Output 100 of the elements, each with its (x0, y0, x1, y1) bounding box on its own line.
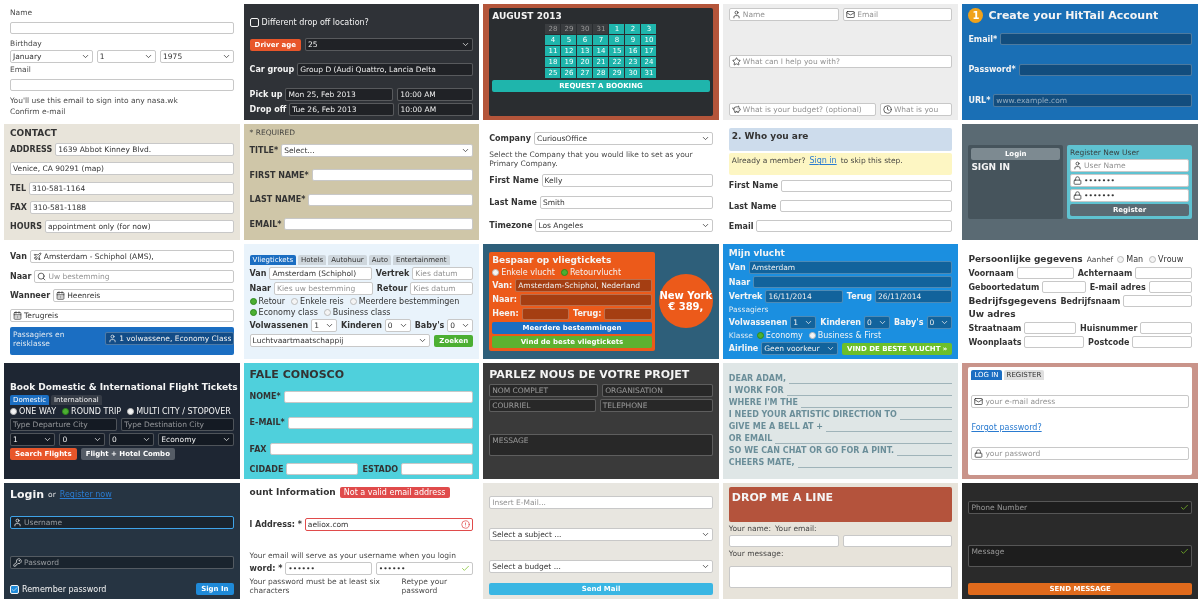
input-field[interactable] (1024, 336, 1085, 349)
radio-label: Vrouw (1158, 255, 1184, 265)
input-field[interactable] (1148, 281, 1192, 294)
field-label: Email* (968, 34, 998, 44)
field-label: FAX (10, 203, 27, 213)
input-field[interactable] (728, 534, 839, 547)
radio-button[interactable] (560, 269, 568, 276)
radio-label: Economy (765, 331, 803, 341)
input-field[interactable] (287, 416, 474, 429)
alert-icon (461, 520, 471, 530)
input-field[interactable] (10, 21, 234, 34)
heading: 2. Who you are (731, 130, 810, 142)
radio-button[interactable] (1149, 256, 1157, 264)
field-label: Naar (249, 284, 272, 294)
input-field[interactable] (1016, 267, 1074, 280)
field-label: Naar (728, 277, 751, 287)
radio-button[interactable] (62, 408, 70, 416)
radio-button[interactable] (1117, 256, 1125, 264)
radio-label: ONE WAY (19, 407, 57, 417)
checkbox-label: Remember password (22, 584, 107, 594)
radio-button[interactable] (10, 408, 17, 416)
heading: Mijn vlucht (728, 247, 786, 259)
input-field[interactable] (1042, 281, 1086, 294)
field-label: TITLE* (249, 146, 279, 155)
input-field[interactable] (10, 78, 234, 91)
field-label: Baby's (414, 321, 445, 331)
input-field[interactable] (283, 390, 474, 403)
input-field[interactable] (779, 200, 953, 213)
field-label: Huisnummer (1080, 324, 1138, 333)
checkbox[interactable] (10, 584, 19, 594)
letter-text: WHERE I'M THE (728, 398, 798, 409)
error-tooltip: Not a valid email address (339, 487, 450, 499)
input-field[interactable] (781, 179, 953, 192)
input-field[interactable] (1024, 322, 1077, 335)
radio-label: Man (1126, 255, 1144, 265)
heading: CONTACT (10, 127, 58, 139)
field-label: Vertrek (728, 292, 763, 302)
input-field[interactable] (1135, 267, 1192, 280)
field-label: Terug: (573, 309, 602, 319)
input-field[interactable] (269, 443, 474, 456)
field-label: Heen: (492, 309, 519, 319)
title-text: Login (10, 487, 45, 503)
checkbox-label: Different drop off location? (261, 17, 369, 27)
radio-button[interactable] (808, 332, 816, 340)
padlock-icon (974, 448, 984, 458)
input-field[interactable] (401, 463, 474, 476)
field-label: E-mail adres (1089, 283, 1146, 292)
field-label: Van (10, 251, 27, 261)
calendar-icon (13, 311, 22, 321)
letter-text: I WORK FOR (728, 386, 784, 397)
step-badge: 1 (968, 8, 984, 23)
input-field[interactable] (842, 534, 953, 547)
heading: Bespaar op vliegtickets (492, 255, 613, 266)
radio-button[interactable] (323, 309, 331, 317)
key-icon (13, 557, 22, 567)
heading: Bedrijfsgegevens (968, 296, 1057, 307)
radio-button[interactable] (492, 269, 500, 276)
link[interactable]: Sign in (809, 156, 837, 166)
field-label: Van: (492, 281, 513, 290)
field-label: Naar (10, 271, 32, 281)
input-field[interactable] (308, 193, 474, 206)
check-icon (1180, 503, 1189, 513)
radio-button[interactable] (291, 298, 299, 306)
field-label: Bedrijfsnaam (1060, 297, 1121, 306)
field-label: First Name (489, 175, 539, 185)
clock-icon (882, 104, 892, 114)
price-bubble: New York € 389, (658, 274, 713, 329)
input-field[interactable] (728, 566, 953, 589)
link[interactable]: Forgot password? (971, 422, 1189, 432)
field-label: Terug (846, 292, 872, 302)
padlock-icon (1073, 175, 1083, 185)
check-icon (461, 564, 471, 573)
link[interactable]: Register now (59, 490, 112, 500)
search-icon (37, 271, 47, 281)
letter-text: OR EMAIL (728, 434, 773, 445)
caret-icon (461, 146, 471, 155)
input-field[interactable] (286, 463, 359, 476)
heading: AUGUST 2013 (492, 11, 563, 22)
radio-button[interactable] (249, 309, 257, 317)
field-label: URL* (968, 96, 991, 106)
input-field[interactable] (1123, 295, 1192, 308)
field-label: Drop off (249, 104, 287, 114)
input-field[interactable] (756, 220, 953, 233)
check-icon (1180, 546, 1189, 556)
radio-button[interactable] (756, 332, 764, 340)
radio-button[interactable] (127, 408, 135, 416)
padlock-icon (1073, 190, 1083, 200)
radio-button[interactable] (349, 298, 357, 306)
title-text: DROP ME A LINE (731, 490, 834, 506)
field-label: LAST NAME* (249, 195, 306, 205)
letter-text: CHEERS MATE, (728, 458, 795, 469)
field-label: Voornaam (968, 269, 1014, 278)
input-field[interactable] (1140, 322, 1192, 335)
field-label: word: * (249, 564, 283, 573)
input-field[interactable] (311, 169, 474, 182)
input-field[interactable] (1132, 336, 1192, 349)
checkbox[interactable] (249, 17, 259, 27)
input-field[interactable] (284, 218, 474, 231)
radio-button[interactable] (249, 298, 257, 306)
field-label: Geboortedatum (968, 283, 1040, 292)
